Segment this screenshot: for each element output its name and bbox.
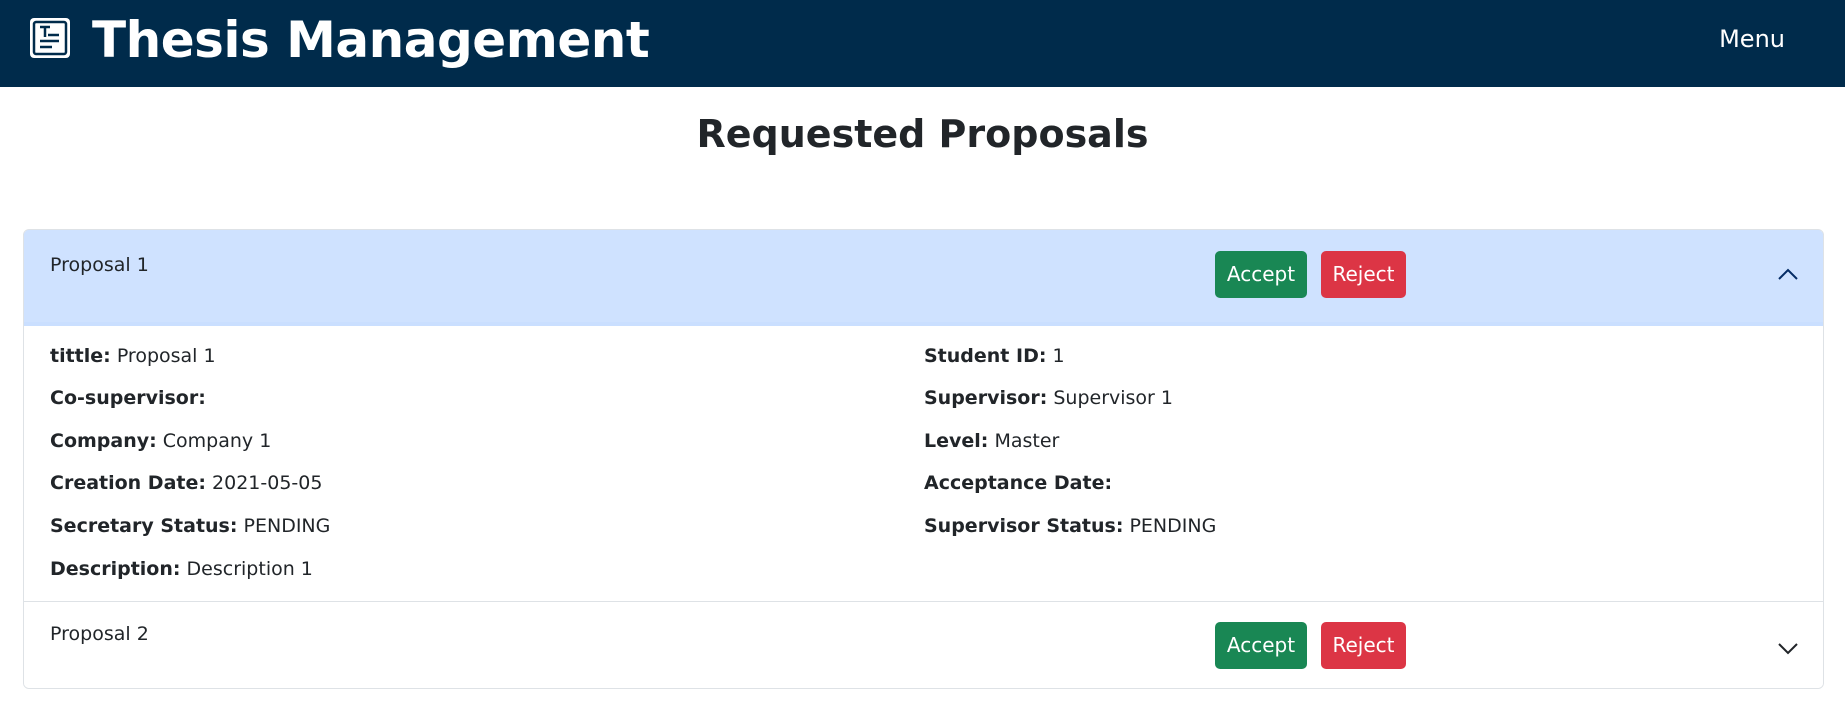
menu-button[interactable]: Menu [1719,0,1785,78]
thesis-document-icon [30,18,70,58]
field-student-id: Student ID: 1 [924,345,1065,367]
proposal-2-title: Proposal 2 [50,623,149,645]
proposal-2-accept-button[interactable]: Accept [1215,622,1307,669]
field-company: Company: Company 1 [50,430,272,452]
proposal-1-title: Proposal 1 [50,254,149,276]
proposal-2-header[interactable]: Proposal 2 Accept Reject [24,601,1823,688]
field-title: tittle: Proposal 1 [50,345,216,367]
app-title[interactable]: Thesis Management [92,0,650,80]
proposal-2-reject-button[interactable]: Reject [1321,622,1406,669]
chevron-up-icon[interactable] [1776,263,1800,287]
proposals-accordion: Proposal 1 Accept Reject tittle: Proposa… [23,229,1824,689]
field-secretary-status: Secretary Status: PENDING [50,515,331,537]
field-co-supervisor: Co-supervisor: [50,387,206,409]
page-title: Requested Proposals [696,112,1149,156]
field-level: Level: Master [924,430,1060,452]
field-supervisor-status: Supervisor Status: PENDING [924,515,1217,537]
proposal-1-reject-button[interactable]: Reject [1321,251,1406,298]
proposal-1-header[interactable]: Proposal 1 Accept Reject [24,230,1823,322]
field-description: Description: Description 1 [50,558,313,580]
field-supervisor: Supervisor: Supervisor 1 [924,387,1173,409]
proposal-1-accept-button[interactable]: Accept [1215,251,1307,298]
proposal-1-details: tittle: Proposal 1 Student ID: 1 Co-supe… [24,322,1823,601]
field-creation-date: Creation Date: 2021-05-05 [50,472,323,494]
chevron-down-icon[interactable] [1776,636,1800,660]
field-acceptance-date: Acceptance Date: [924,472,1113,494]
top-navbar: Thesis Management Menu [0,0,1845,87]
